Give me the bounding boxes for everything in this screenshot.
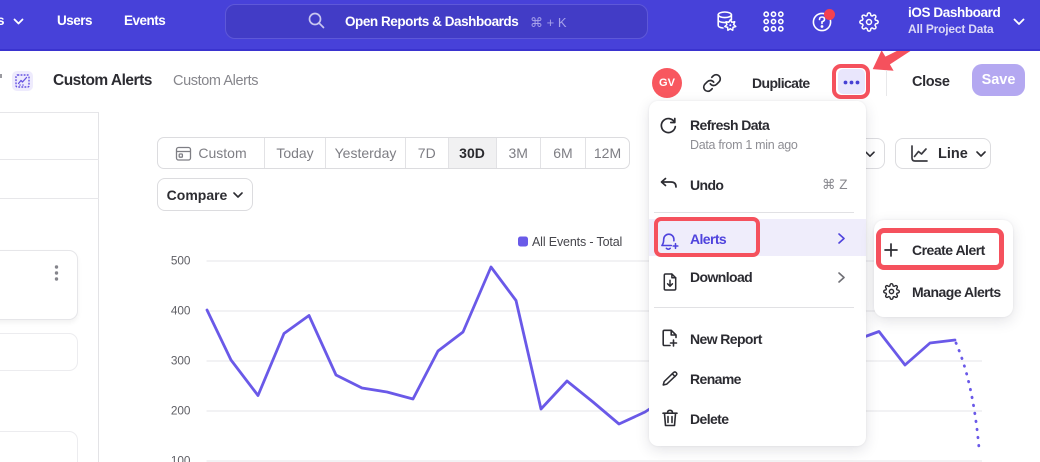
svg-text:400: 400 [171, 304, 191, 318]
svg-text:500: 500 [171, 254, 191, 268]
svg-text:200: 200 [171, 404, 191, 418]
svg-text:300: 300 [171, 354, 191, 368]
svg-text:100: 100 [171, 454, 191, 462]
svg-text:All Events - Total: All Events - Total [532, 235, 622, 249]
